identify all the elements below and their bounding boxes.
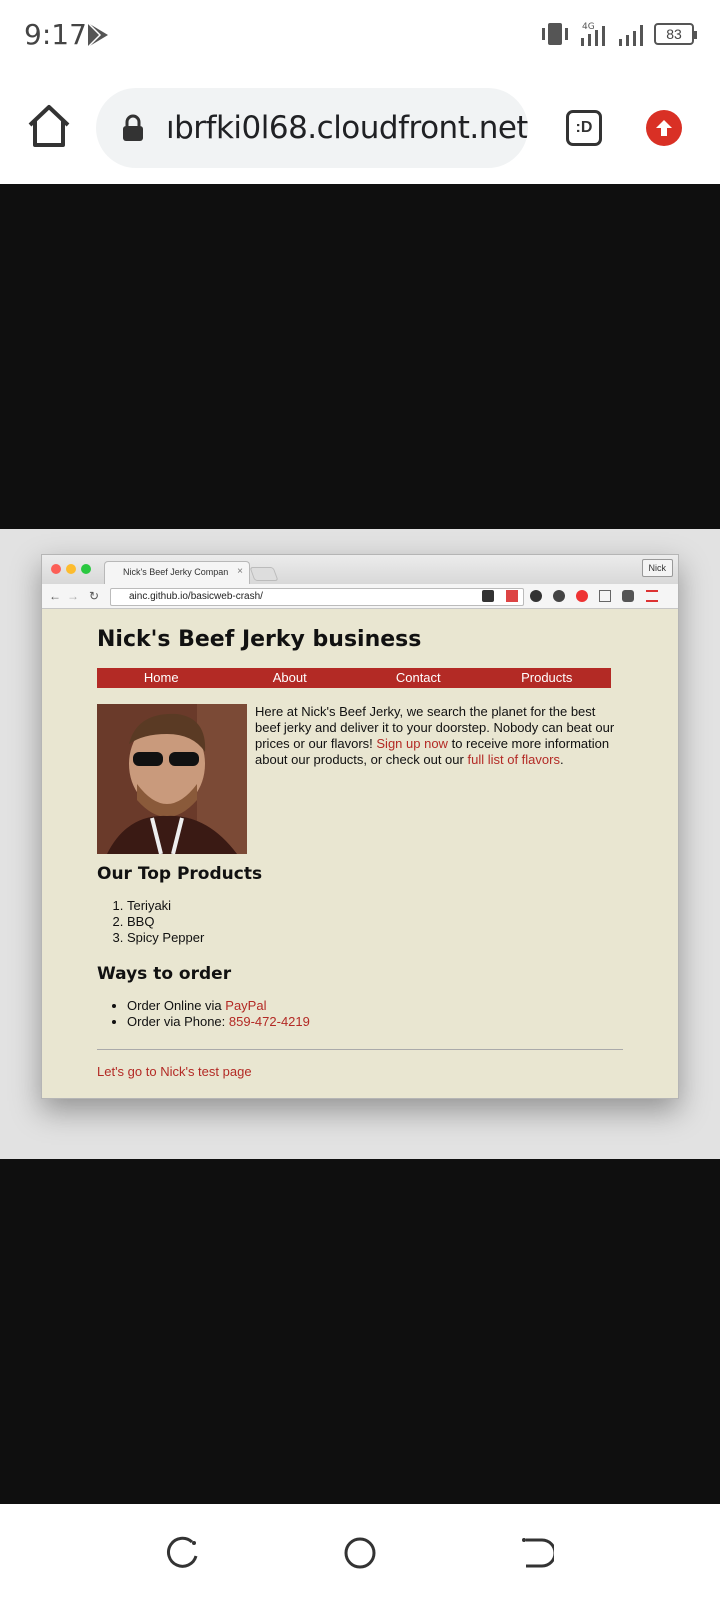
nav-contact: Contact [395, 670, 441, 685]
list-item: BBQ [127, 914, 627, 930]
tab-close-icon: × [237, 566, 243, 577]
sign-up-link: Sign up now [376, 736, 448, 751]
list-item: Order via Phone: 859-472-4219 [127, 1014, 627, 1030]
status-bar: 9:17 4G 83 [0, 0, 720, 72]
wifi-icon [619, 25, 643, 46]
profile-photo [97, 704, 247, 854]
products-list: Teriyaki BBQ Spicy Pepper [97, 898, 627, 946]
divider [97, 1049, 623, 1050]
mac-tab: Nick's Beef Jerky Compan × [104, 561, 250, 584]
battery-icon: 83 [654, 23, 697, 45]
vibrate-icon [542, 23, 568, 45]
mac-address-bar: ← → ↻ ainc.github.io/basicweb-crash/ [42, 584, 678, 609]
image-stage: Nick's Beef Jerky Compan × Nick ← → ↻ ai… [0, 529, 720, 1159]
mac-url-field: ainc.github.io/basicweb-crash/ [110, 588, 524, 606]
upload-icon[interactable] [646, 110, 682, 146]
adblock-icon [576, 590, 588, 602]
home-icon[interactable] [26, 103, 72, 149]
forward-icon: → [67, 589, 79, 603]
nav-products: Products [521, 670, 573, 685]
lock-icon [123, 114, 143, 141]
phone-link: 859-472-4219 [228, 1014, 310, 1029]
mac-tabbar: Nick's Beef Jerky Compan × Nick [42, 555, 678, 584]
cast-icon [599, 590, 611, 602]
back-nav-icon[interactable] [520, 1536, 554, 1570]
paypal-link: PayPal [225, 998, 267, 1013]
svg-text:4G: 4G [582, 22, 595, 32]
user-button: Nick [641, 559, 673, 577]
play-store-icon [87, 22, 108, 48]
test-page-link: Let's go to Nick's test page [97, 1064, 252, 1079]
pocket-icon [622, 590, 634, 602]
flavors-link: full list of flavors [467, 752, 560, 767]
layers-icon [482, 590, 494, 602]
list-item: Teriyaki [127, 898, 627, 914]
close-dot-icon [51, 564, 61, 574]
url-text[interactable]: ıbrfki0l68.cloudfront.net [166, 110, 528, 146]
menu-icon [646, 590, 658, 602]
new-tab-icon [249, 567, 279, 581]
url-bar[interactable]: ıbrfki0l68.cloudfront.net [96, 88, 528, 168]
gear-icon [553, 590, 565, 602]
reload-icon: ↻ [89, 589, 100, 603]
nav-home: Home [143, 670, 179, 685]
site-nav: Home About Contact Products [97, 668, 611, 688]
owl-icon [530, 590, 542, 602]
tab-switcher-button[interactable]: :D [566, 110, 602, 146]
browser-toolbar: ıbrfki0l68.cloudfront.net :D [0, 72, 720, 184]
minimize-dot-icon [66, 564, 76, 574]
system-nav-bar [0, 1504, 720, 1600]
jerky-site: Nick's Beef Jerky business Home About Co… [97, 609, 627, 1079]
nav-about: About [272, 670, 307, 685]
signal-icon: 4G [581, 22, 605, 46]
home-circle-icon[interactable] [343, 1536, 377, 1570]
back-icon: ← [49, 589, 61, 603]
intro-text: Here at Nick's Beef Jerky, we search the… [255, 704, 615, 767]
site-title: Nick's Beef Jerky business [97, 627, 422, 652]
list-item: Spicy Pepper [127, 930, 627, 946]
intro-section: Here at Nick's Beef Jerky, we search the… [97, 704, 627, 854]
page-content: Nick's Beef Jerky Compan × Nick ← → ↻ ai… [0, 184, 720, 1504]
products-heading: Our Top Products [97, 864, 263, 884]
maximize-dot-icon [81, 564, 91, 574]
gmail-icon [506, 590, 518, 602]
screenshot-image: Nick's Beef Jerky Compan × Nick ← → ↻ ai… [41, 554, 679, 1099]
clock: 9:17 [24, 18, 87, 51]
order-heading: Ways to order [97, 964, 232, 984]
recents-icon[interactable] [166, 1536, 200, 1570]
order-list: Order Online via PayPal Order via Phone:… [97, 998, 627, 1030]
list-item: Order Online via PayPal [127, 998, 627, 1014]
